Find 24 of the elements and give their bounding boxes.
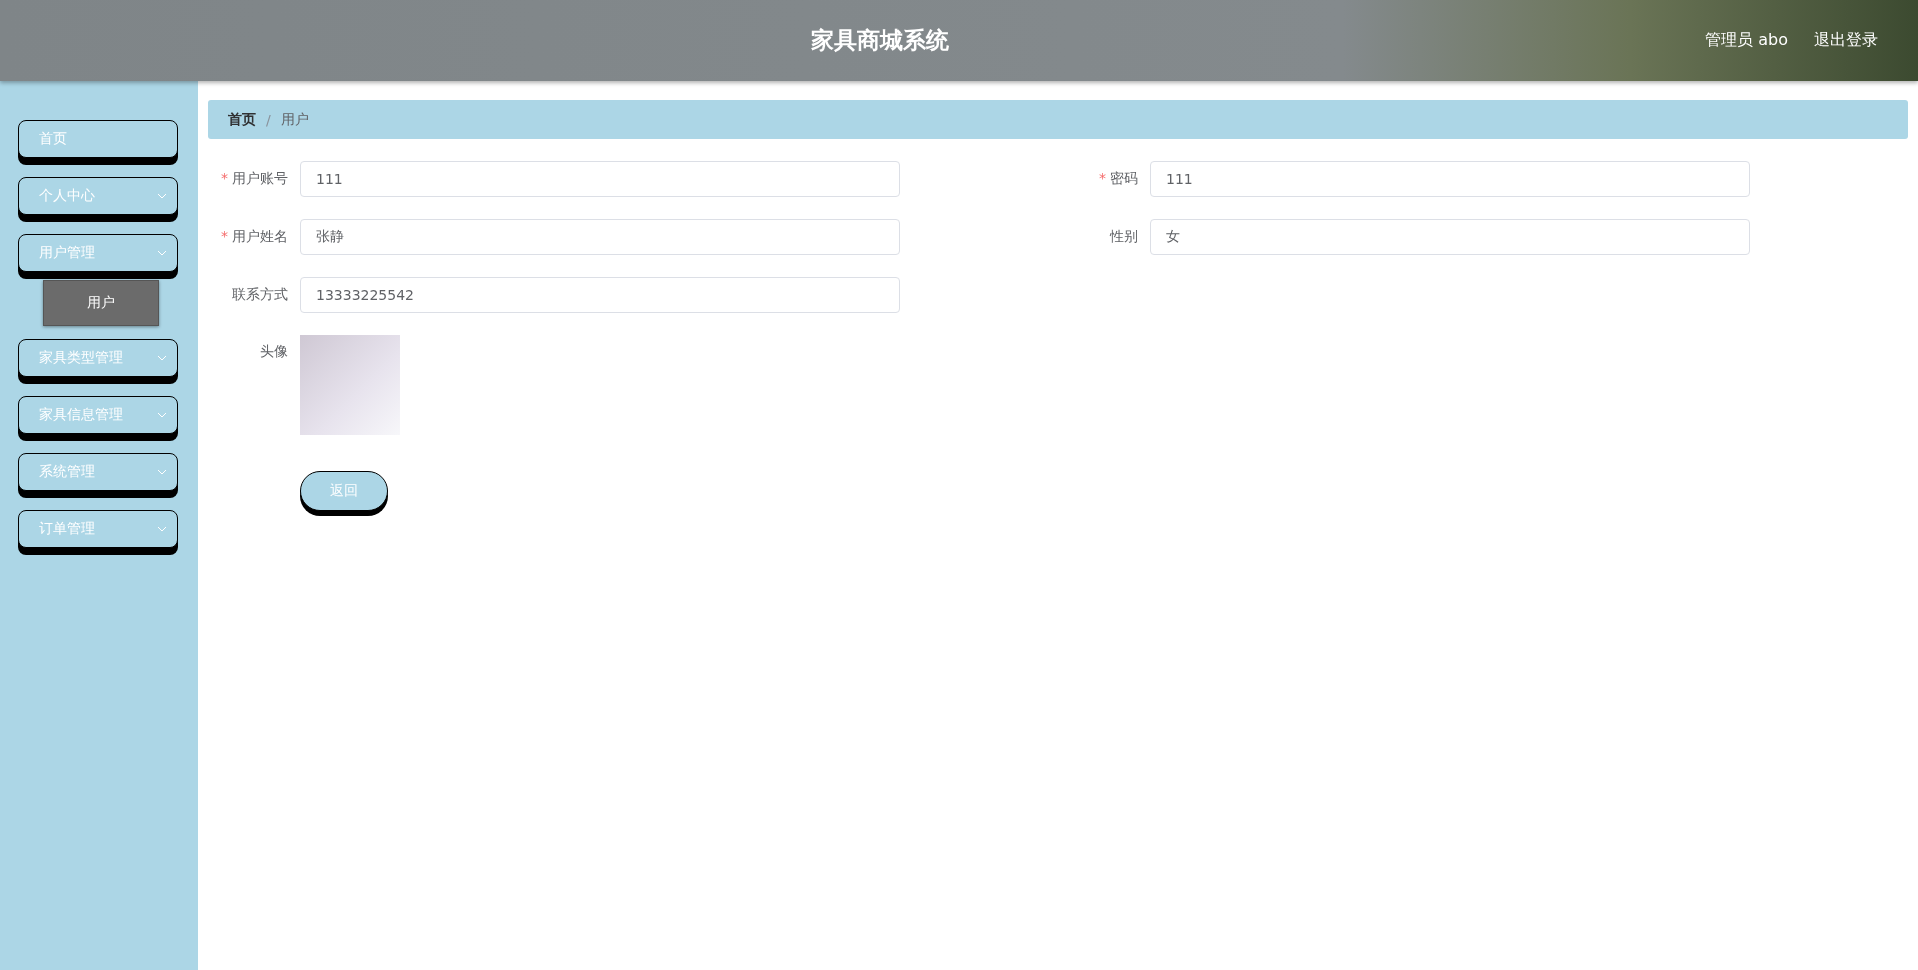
submenu-item[interactable]: 用户 <box>43 280 159 326</box>
field-label: * 用户姓名 <box>220 228 289 246</box>
input-field[interactable]: 111 <box>1150 161 1750 197</box>
field-label: 头像 <box>259 342 289 361</box>
field-label: 联系方式 <box>231 286 289 304</box>
chevron-down-icon <box>157 526 167 532</box>
input-field[interactable]: 张静 <box>300 219 900 255</box>
logout-link[interactable]: 退出登录 <box>1814 30 1878 51</box>
field-label: 性别 <box>1108 228 1139 246</box>
chevron-down-icon <box>157 193 167 199</box>
user-label: 管理员 abo <box>1705 30 1788 51</box>
chevron-down-icon <box>157 355 167 361</box>
chevron-down-icon <box>157 250 167 256</box>
breadcrumb-item[interactable]: 首页 <box>228 110 256 129</box>
breadcrumb-separator: / <box>266 111 271 128</box>
chevron-down-icon <box>157 469 167 475</box>
chevron-down-icon <box>157 412 167 418</box>
input-field[interactable]: 111 <box>300 161 900 197</box>
input-field[interactable]: 女 <box>1150 219 1750 255</box>
app-title: 家具商城系统 <box>809 26 950 55</box>
input-field[interactable]: 13333225542 <box>300 277 900 313</box>
field-label: * 密码 <box>1098 170 1139 188</box>
breadcrumb-item: 用户 <box>280 110 309 129</box>
field-label: * 用户账号 <box>220 170 289 188</box>
